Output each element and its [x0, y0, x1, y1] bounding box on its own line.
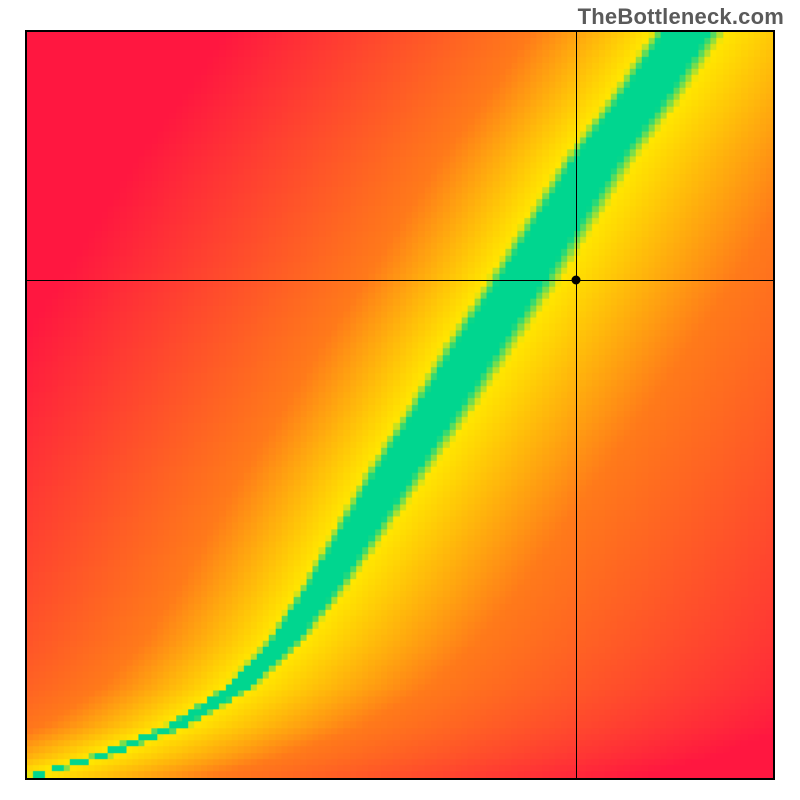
marker-point: [572, 276, 581, 285]
crosshair-horizontal: [27, 280, 773, 281]
attribution-text: TheBottleneck.com: [578, 4, 784, 30]
chart-frame: [25, 30, 775, 780]
crosshair-vertical: [576, 32, 577, 778]
heatmap-canvas: [27, 32, 773, 778]
